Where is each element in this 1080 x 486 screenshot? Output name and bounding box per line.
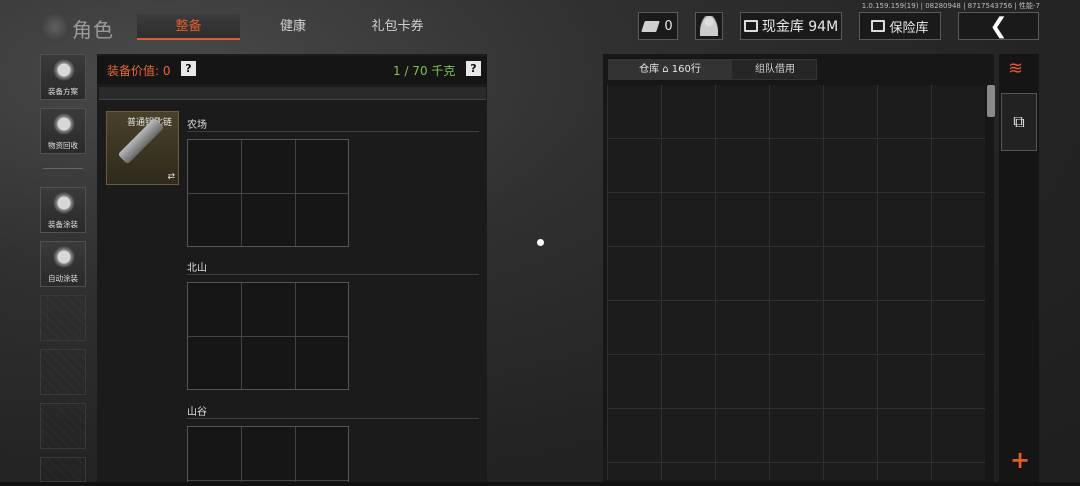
cursor-dot bbox=[537, 239, 544, 246]
gear-loadout-icon bbox=[53, 59, 75, 81]
sidebar-empty-slot bbox=[40, 295, 86, 341]
section-title-farm: 农场 bbox=[187, 120, 207, 131]
operator-icon bbox=[700, 16, 718, 36]
character-logo-icon bbox=[40, 12, 70, 42]
layer-stack-button[interactable]: ⧉ bbox=[1001, 93, 1037, 151]
operator-avatar-button[interactable] bbox=[695, 12, 723, 40]
section-divider bbox=[187, 274, 479, 275]
key-grid-farm[interactable] bbox=[187, 139, 349, 247]
add-button[interactable]: + bbox=[1010, 448, 1030, 472]
sidebar-item-label: 物资回收 bbox=[48, 141, 78, 150]
sidebar-item-label: 自动涂装 bbox=[48, 274, 78, 283]
tab-team-borrow[interactable]: 组队借用 bbox=[733, 59, 817, 80]
safe-icon bbox=[871, 20, 886, 32]
sidebar-item-label: 装备方案 bbox=[48, 87, 78, 96]
layers-icon: ⧉ bbox=[1013, 112, 1025, 131]
swap-icon: ⇄ bbox=[167, 172, 175, 182]
sidebar-empty-slot bbox=[40, 457, 86, 482]
warehouse-grid[interactable] bbox=[607, 85, 985, 480]
back-button[interactable]: ❮ bbox=[958, 12, 1039, 40]
sidebar-item-gear-skin[interactable]: 装备涂装 bbox=[40, 187, 86, 233]
sidebar-item-label: 装备涂装 bbox=[48, 220, 78, 229]
sidebar-divider bbox=[43, 168, 83, 169]
scrolled-section-stub bbox=[99, 87, 486, 100]
sort-stack-icon[interactable]: ≋ bbox=[1008, 60, 1032, 80]
key-grid-north-hill[interactable] bbox=[187, 282, 349, 390]
equipment-value: 装备价值: 0 bbox=[107, 64, 171, 78]
bottom-bar bbox=[0, 482, 1080, 486]
back-arrow-icon: ❮ bbox=[989, 13, 1008, 39]
cash-vault-button[interactable]: 现金库 94M bbox=[740, 12, 842, 40]
version-text: 1.0.159.159(19) | 08280948 | 8717543756 … bbox=[861, 2, 1040, 10]
tab-warehouse[interactable]: 仓库 ⌂ 160行 bbox=[608, 59, 732, 80]
helmet-paint-icon bbox=[53, 192, 75, 214]
section-divider bbox=[187, 131, 479, 132]
tab-health[interactable]: 健康 bbox=[248, 14, 338, 40]
cash-vault-label: 现金库 94M bbox=[761, 19, 839, 35]
equipment-weight: 1 / 70 千克 bbox=[393, 64, 456, 78]
cash-icon bbox=[743, 20, 758, 32]
sidebar-item-loadout[interactable]: 装备方案 bbox=[40, 54, 86, 100]
warehouse-scrollbar[interactable] bbox=[987, 85, 995, 117]
ticket-count: 0 bbox=[664, 18, 673, 34]
sidebar-empty-slot bbox=[40, 403, 86, 449]
sidebar-item-recycle[interactable]: 物资回收 bbox=[40, 108, 86, 154]
sidebar-item-auto-skin[interactable]: 自动涂装 bbox=[40, 241, 86, 287]
key-grid-valley[interactable] bbox=[187, 426, 349, 482]
spray-icon bbox=[53, 246, 75, 268]
section-divider bbox=[187, 418, 479, 419]
recycle-icon bbox=[53, 113, 75, 135]
tab-gift-vouchers[interactable]: 礼包卡券 bbox=[350, 14, 445, 40]
tab-gear-prep[interactable]: 整备 bbox=[137, 14, 240, 40]
ticket-button[interactable]: 0 bbox=[638, 12, 678, 40]
page-title: 角色 bbox=[72, 18, 114, 42]
section-title-north-hill: 北山 bbox=[187, 263, 207, 274]
safe-vault-button[interactable]: 保险库 bbox=[859, 12, 941, 40]
section-title-valley: 山谷 bbox=[187, 407, 207, 418]
value-help-button[interactable]: ? bbox=[181, 61, 196, 76]
safe-vault-label: 保险库 bbox=[889, 20, 929, 36]
keychain-slot[interactable]: 普通钥匙链 ⇄ bbox=[106, 111, 179, 185]
ticket-icon bbox=[641, 20, 661, 32]
sidebar-empty-slot bbox=[40, 349, 86, 395]
weight-help-button[interactable]: ? bbox=[466, 61, 481, 76]
